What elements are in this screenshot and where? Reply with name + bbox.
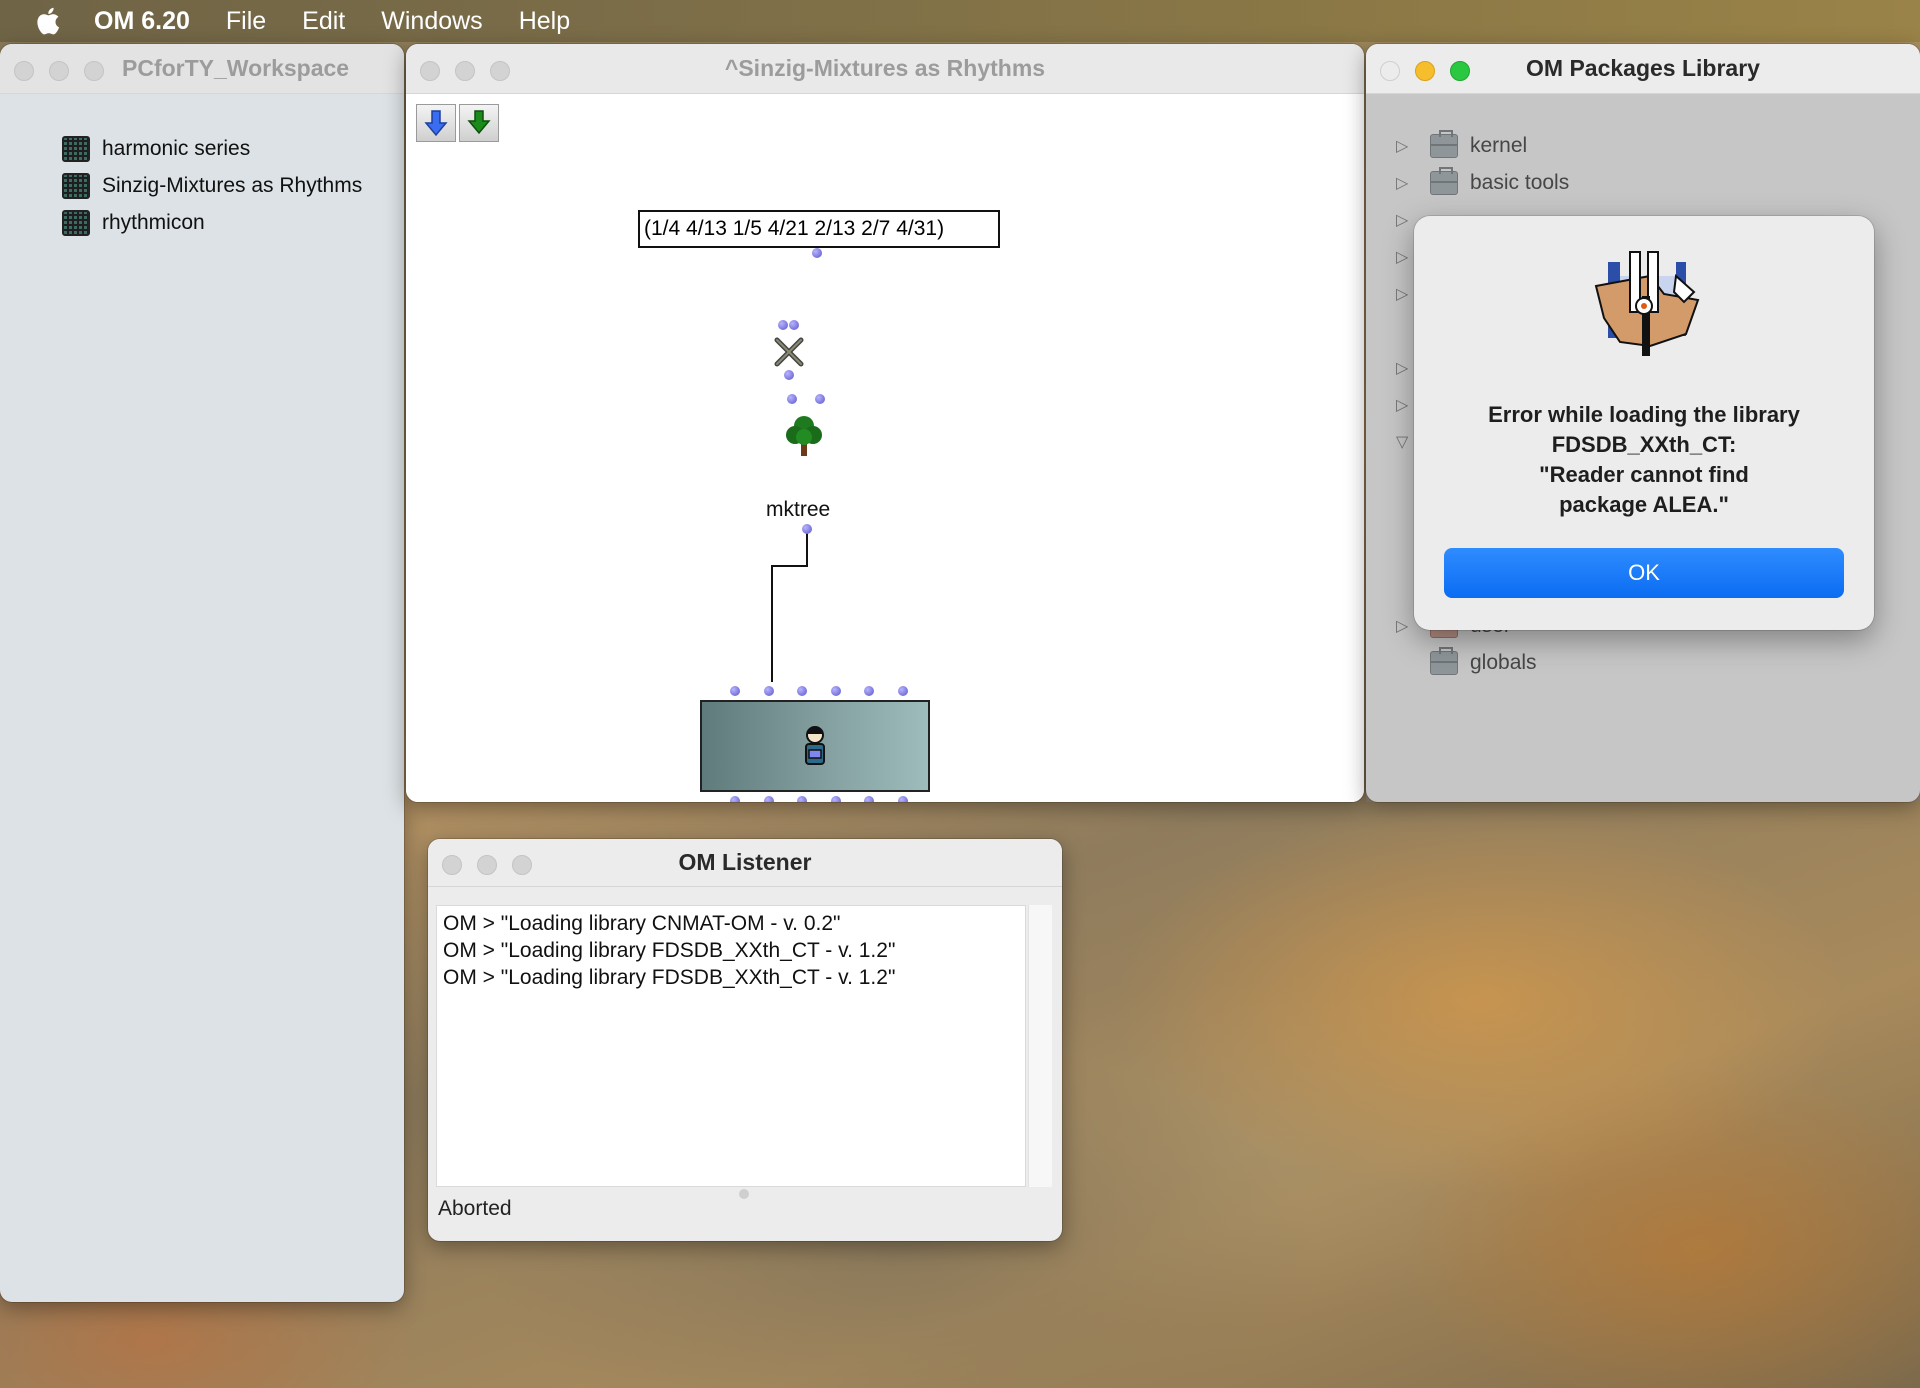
voice-inlet-3[interactable] [797,686,807,696]
error-message: Error while loading the library FDSDB_XX… [1488,402,1800,517]
listener-line: OM > "Loading library FDSDB_XXth_CT - v.… [443,939,896,962]
zoom-button[interactable] [490,61,510,81]
voice-outlet-1[interactable] [730,796,740,802]
error-dialog: Error while loading the library FDSDB_XX… [1414,216,1874,630]
voice-inlet-2[interactable] [764,686,774,696]
tree-icon[interactable] [784,412,824,458]
listener-scrollbar[interactable] [1028,905,1052,1187]
multiply-icon[interactable] [773,336,805,368]
packages-titlebar[interactable]: OM Packages Library [1366,44,1920,94]
minimize-button[interactable] [455,61,475,81]
voice-outlet-5[interactable] [864,796,874,802]
mult-outlet[interactable] [784,370,794,380]
close-button[interactable] [1380,61,1400,81]
voice-outlet-6[interactable] [898,796,908,802]
list-outlet[interactable] [812,248,822,258]
menu-edit[interactable]: Edit [302,7,345,36]
zoom-button[interactable] [84,61,104,81]
patch-icon [62,135,90,162]
mult-inlet-1[interactable] [778,320,788,330]
voice-outlet-4[interactable] [831,796,841,802]
workspace-item-label: Sinzig-Mixtures as Rhythms [102,173,363,197]
minimize-button[interactable] [49,61,69,81]
workspace-item-list: harmonic series Sinzig-Mixtures as Rhyth… [62,130,362,241]
player-icon [805,726,825,765]
zoom-button[interactable] [1450,61,1470,81]
workspace-window: PCforTY_Workspace harmonic series Sinzig… [0,44,404,1302]
mult-inlet-2[interactable] [789,320,799,330]
minimize-button[interactable] [477,855,497,875]
patch-editor-window: ^Sinzig-Mixtures as Rhythms (1/4 4/13 1/… [406,44,1364,802]
menu-help[interactable]: Help [519,7,570,36]
patch-icon [62,209,90,236]
list-value-box[interactable]: (1/4 4/13 1/5 4/21 2/13 2/7 4/31) [638,210,1000,248]
mktree-inlet-1[interactable] [787,394,797,404]
voice-outlet-3[interactable] [797,796,807,802]
mktree-outlet[interactable] [802,524,812,534]
patch-connections [771,530,808,682]
workspace-item-rhythmicon[interactable]: rhythmicon [62,204,362,241]
voice-outlet-2[interactable] [764,796,774,802]
listener-output[interactable]: OM > "Loading library CNMAT-OM - v. 0.2"… [436,905,1026,1187]
menu-windows[interactable]: Windows [381,7,482,36]
listener-status: Aborted [438,1197,512,1220]
listener-titlebar[interactable]: OM Listener [428,839,1062,887]
patch-icon [62,172,90,199]
listener-line: OM > "Loading library CNMAT-OM - v. 0.2" [443,912,841,935]
close-button[interactable] [442,855,462,875]
workspace-item-harmonic-series[interactable]: harmonic series [62,130,362,167]
voice-box[interactable] [700,700,930,792]
patch-titlebar[interactable]: ^Sinzig-Mixtures as Rhythms [406,44,1364,94]
close-button[interactable] [420,61,440,81]
listener-line: OM > "Loading library FDSDB_XXth_CT - v.… [443,966,896,989]
voice-inlet-4[interactable] [831,686,841,696]
workspace-item-label: harmonic series [102,136,251,160]
patch-canvas[interactable]: (1/4 4/13 1/5 4/21 2/13 2/7 4/31) mktree [406,94,1364,802]
listener-window: OM Listener OM > "Loading library CNMAT-… [428,839,1062,1241]
patch-title: ^Sinzig-Mixtures as Rhythms [724,55,1046,81]
apple-logo-icon[interactable] [34,6,60,36]
mktree-inlet-2[interactable] [815,394,825,404]
menu-app-name[interactable]: OM 6.20 [94,7,190,36]
zoom-button[interactable] [512,855,532,875]
minimize-button[interactable] [1415,61,1435,81]
voice-inlet-6[interactable] [898,686,908,696]
ok-button[interactable]: OK [1444,548,1844,598]
menu-file[interactable]: File [226,7,266,36]
splitter-handle[interactable] [739,1189,749,1199]
workspace-titlebar[interactable]: PCforTY_Workspace [0,44,404,94]
om-app-icon [1594,251,1700,356]
workspace-item-sinzig-mixtures[interactable]: Sinzig-Mixtures as Rhythms [62,167,362,204]
menu-bar: OM 6.20 File Edit Windows Help [0,0,1920,42]
voice-inlet-1[interactable] [730,686,740,696]
voice-inlet-5[interactable] [864,686,874,696]
mktree-label: mktree [766,498,831,521]
close-button[interactable] [14,61,34,81]
workspace-item-label: rhythmicon [102,210,205,234]
